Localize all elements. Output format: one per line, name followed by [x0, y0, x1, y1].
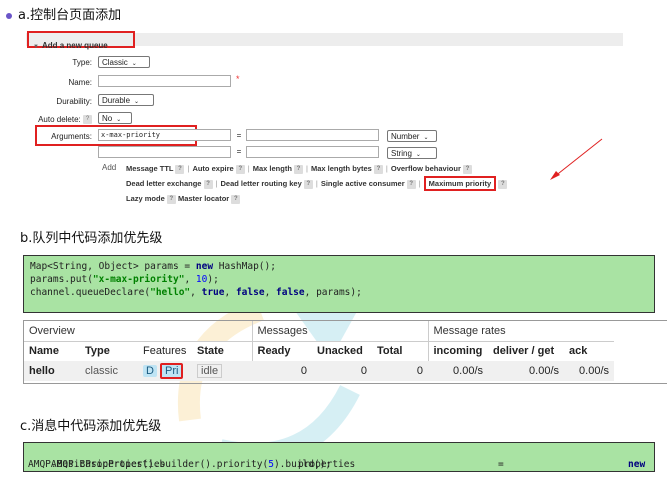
queue-unacked: 0: [312, 361, 372, 381]
argument-type-select-1[interactable]: Number ⌄: [387, 130, 437, 142]
help-icon[interactable]: ?: [83, 115, 92, 125]
feature-priority-badge: Pri: [160, 363, 184, 379]
help-icon[interactable]: ?: [303, 179, 313, 189]
queue-table: Overview Messages Message rates Name Typ…: [24, 321, 614, 381]
add-single-active-consumer[interactable]: Single active consumer: [321, 179, 405, 188]
chevron-down-icon: ⌄: [131, 61, 137, 67]
queue-state: idle: [192, 361, 252, 381]
section-c-title: c.消息中代码添加优先级: [20, 419, 162, 434]
code-line-3: channel.queueDeclare("hello", true, fals…: [30, 287, 362, 298]
help-icon[interactable]: ?: [373, 164, 383, 174]
name-input[interactable]: [98, 75, 231, 87]
col-ready[interactable]: Ready: [251, 341, 312, 361]
arrow-annotation-icon: [550, 138, 603, 180]
add-shortcuts-row-3: Lazy mode ? Master locator ?: [126, 194, 241, 204]
add-auto-expire[interactable]: Auto expire: [192, 164, 233, 173]
col-features[interactable]: Features: [138, 341, 192, 361]
durability-label: Durability:: [56, 97, 92, 106]
col-total[interactable]: Total: [372, 341, 428, 361]
help-icon[interactable]: ?: [231, 194, 241, 204]
chevron-down-icon: ⌄: [134, 99, 140, 105]
group-message-rates: Message rates: [427, 321, 614, 342]
autodelete-select[interactable]: No ⌄: [98, 112, 132, 124]
chevron-down-icon: ⌄: [116, 117, 122, 123]
queue-name-link[interactable]: hello: [24, 361, 80, 381]
autodelete-label: Auto delete: ?: [0, 115, 92, 125]
group-messages: Messages: [251, 321, 428, 342]
help-icon[interactable]: ?: [235, 164, 245, 174]
add-dead-letter-exchange[interactable]: Dead letter exchange: [126, 179, 201, 188]
rate-deliver-get: 0.00/s: [488, 361, 564, 381]
argument-type-select-2[interactable]: String ⌄: [387, 147, 437, 159]
bullet-icon: [6, 12, 12, 19]
group-overview: Overview: [24, 321, 252, 342]
col-type[interactable]: Type: [80, 341, 138, 361]
code-line-1: AMQP.BasicProperties properties = new: [50, 459, 646, 470]
add-master-locator[interactable]: Master locator: [178, 194, 229, 203]
message-code-block: AMQP.BasicProperties properties = new AMQP.…: [23, 442, 655, 472]
help-icon[interactable]: ?: [203, 179, 213, 189]
col-ack[interactable]: ack: [564, 341, 614, 361]
queue-total: 0: [372, 361, 428, 381]
code-line-2: params.put("x-max-priority", 10);: [30, 274, 219, 285]
add-message-ttl[interactable]: Message TTL: [126, 164, 173, 173]
collapse-triangle-icon: ▼: [33, 44, 39, 50]
feature-durable-badge: D: [143, 365, 157, 377]
col-incoming[interactable]: incoming: [427, 341, 488, 361]
section-b-title: b.队列中代码添加优先级: [20, 231, 163, 246]
rate-ack: 0.00/s: [564, 361, 614, 381]
add-shortcuts-row-2: Dead letter exchange ? | Dead letter routi…: [126, 176, 508, 191]
argument-key-input-1[interactable]: x-max-priority: [98, 129, 231, 141]
help-icon[interactable]: ?: [175, 164, 185, 174]
queue-features: D Pri: [138, 361, 192, 381]
col-state[interactable]: State: [192, 341, 252, 361]
rate-incoming: 0.00/s: [428, 361, 488, 381]
queue-table-frame: Overview Messages Message rates Name Typ…: [23, 320, 667, 384]
durability-select[interactable]: Durable ⌄: [98, 94, 154, 106]
add-max-length[interactable]: Max length: [253, 164, 292, 173]
state-badge: idle: [197, 364, 223, 378]
col-deliver-get[interactable]: deliver / get: [488, 341, 564, 361]
help-icon[interactable]: ?: [463, 164, 472, 174]
add-queue-legend[interactable]: ▼ Add a new queue: [27, 31, 135, 50]
add-dead-letter-routing-key[interactable]: Dead letter routing key: [221, 179, 302, 188]
equals-sign: =: [236, 131, 242, 140]
col-name[interactable]: Name: [24, 341, 80, 361]
add-shortcuts-row-1: Message TTL ? | Auto expire ? | Max length ?…: [126, 164, 472, 174]
argument-value-input-2[interactable]: [246, 146, 379, 158]
queue-code-block: Map<String, Object> params = new HashMap…: [23, 255, 655, 313]
add-lazy-mode[interactable]: Lazy mode: [126, 194, 165, 203]
help-icon[interactable]: ?: [166, 194, 176, 204]
section-a-title: a.控制台页面添加: [6, 4, 121, 23]
help-icon[interactable]: ?: [498, 179, 508, 189]
argument-value-input-1[interactable]: [246, 129, 379, 141]
chevron-down-icon: ⌄: [423, 135, 429, 141]
required-marker: *: [236, 74, 240, 84]
help-icon[interactable]: ?: [406, 179, 416, 189]
chevron-down-icon: ⌄: [415, 152, 421, 158]
type-label: Type:: [72, 58, 92, 67]
arguments-label: Arguments:: [51, 132, 92, 141]
queue-type: classic: [80, 361, 138, 381]
argument-key-input-2[interactable]: [98, 146, 231, 158]
col-unacked[interactable]: Unacked: [312, 341, 372, 361]
equals-sign: =: [236, 147, 242, 156]
type-select[interactable]: Classic ⌄: [98, 56, 150, 68]
add-maximum-priority[interactable]: Maximum priority: [423, 176, 497, 191]
add-max-length-bytes[interactable]: Max length bytes: [311, 164, 372, 173]
queue-ready: 0: [252, 361, 312, 381]
name-label: Name:: [68, 78, 92, 87]
add-label: Add: [102, 163, 117, 172]
code-line-1: Map<String, Object> params = new HashMap…: [30, 261, 276, 272]
help-icon[interactable]: ?: [294, 164, 304, 174]
table-row[interactable]: hello classic D Pri idle 0 0 0 0.00/s 0.…: [24, 361, 614, 381]
add-overflow-behaviour[interactable]: Overflow behaviour: [391, 164, 461, 173]
